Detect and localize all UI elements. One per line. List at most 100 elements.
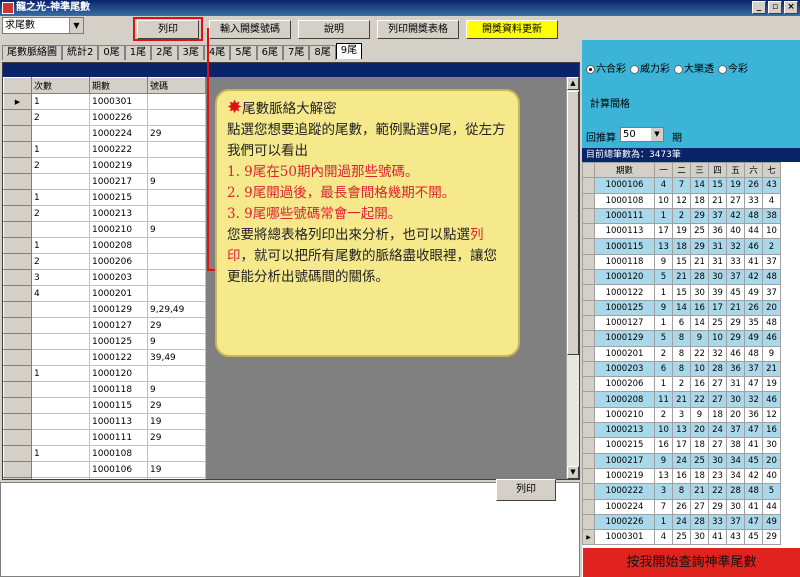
table-cell[interactable]: 11	[654, 391, 673, 408]
table-cell[interactable]	[31, 477, 90, 479]
row-header[interactable]	[3, 125, 32, 142]
input-numbers-button[interactable]: 輸入開獎號碼	[209, 20, 291, 39]
table-cell[interactable]: 21	[690, 253, 709, 271]
table-cell[interactable]: 20	[726, 406, 745, 424]
table-cell[interactable]: 28	[726, 483, 745, 500]
table-cell[interactable]: 7	[654, 498, 673, 515]
table-cell[interactable]: 1000224	[594, 498, 655, 515]
row-header[interactable]	[3, 349, 32, 366]
table-cell[interactable]: 1000106	[594, 177, 655, 194]
table-row[interactable]: 1000219 13 16 18 23 34 42 40	[582, 467, 781, 485]
table-cell[interactable]: 8	[672, 360, 691, 378]
table-cell[interactable]: 37	[762, 284, 781, 301]
table-cell[interactable]: 1000215	[594, 437, 655, 454]
column-header-numbers[interactable]: 號碼	[147, 77, 206, 94]
row-header[interactable]	[3, 141, 32, 158]
table-cell[interactable]: 1	[654, 284, 673, 301]
table-cell[interactable]: 1000129	[594, 330, 655, 347]
tab-tail-2[interactable]: 2尾	[151, 45, 178, 60]
table-cell[interactable]: 1	[31, 237, 90, 254]
table-cell[interactable]	[31, 301, 90, 318]
table-cell[interactable]: 33	[708, 513, 727, 531]
row-header[interactable]	[582, 299, 595, 316]
table-cell[interactable]: 29	[147, 397, 206, 414]
table-cell[interactable]: 45	[726, 284, 745, 301]
table-row[interactable]: 4 1000201	[3, 285, 206, 302]
table-cell[interactable]: 16	[690, 376, 709, 393]
table-cell[interactable]	[147, 285, 206, 302]
table-cell[interactable]: 1000106	[89, 461, 148, 478]
column-header-6[interactable]: 六	[744, 162, 763, 179]
table-cell[interactable]: 3	[654, 483, 673, 500]
table-cell[interactable]: 1	[654, 314, 673, 332]
table-cell[interactable]	[147, 157, 206, 174]
row-header[interactable]	[3, 445, 32, 462]
table-cell[interactable]: 1000127	[594, 314, 655, 332]
table-cell[interactable]: 30	[726, 391, 745, 408]
row-header[interactable]	[582, 498, 595, 515]
row-header[interactable]	[3, 237, 32, 254]
row-header[interactable]	[582, 452, 595, 469]
row-header[interactable]	[3, 221, 32, 238]
table-cell[interactable]: 18	[708, 406, 727, 424]
table-cell[interactable]: 49	[762, 513, 781, 531]
table-row[interactable]: 1000127 1 6 14 25 29 35 48	[582, 314, 781, 332]
table-row[interactable]: 1000224 7 26 27 29 30 41 44	[582, 498, 781, 515]
table-cell[interactable]: 25	[708, 314, 727, 332]
column-header-period[interactable]: 期數	[89, 77, 148, 94]
row-header[interactable]	[582, 406, 595, 424]
table-cell[interactable]: 21	[708, 192, 727, 209]
table-cell[interactable]	[31, 397, 90, 414]
table-cell[interactable]: 21	[726, 299, 745, 316]
table-cell[interactable]: 1000213	[594, 422, 655, 439]
table-cell[interactable]: 33	[726, 253, 745, 271]
table-cell[interactable]: 1	[654, 207, 673, 225]
table-cell[interactable]	[31, 125, 90, 142]
table-cell[interactable]: 15	[708, 177, 727, 194]
chevron-down-icon[interactable]: ▼	[651, 128, 663, 141]
table-cell[interactable]: 9	[147, 333, 206, 350]
table-row[interactable]: 1000111 29	[3, 429, 206, 446]
row-header[interactable]	[582, 360, 595, 378]
table-cell[interactable]: 41	[744, 437, 763, 454]
table-row[interactable]: 2 1000226	[3, 109, 206, 126]
column-header-period[interactable]: 期數	[594, 162, 655, 179]
table-cell[interactable]: 29	[726, 330, 745, 347]
table-cell[interactable]: 48	[762, 314, 781, 332]
table-cell[interactable]: 22	[690, 345, 709, 362]
table-cell[interactable]: 46	[762, 391, 781, 408]
table-cell[interactable]: 40	[726, 223, 745, 240]
table-cell[interactable]: 43	[762, 177, 781, 194]
table-cell[interactable]: 2	[654, 345, 673, 362]
row-header[interactable]	[3, 397, 32, 414]
table-cell[interactable]: 1000113	[594, 223, 655, 240]
row-header[interactable]	[582, 177, 595, 194]
tab-tail-7[interactable]: 7尾	[283, 45, 310, 60]
table-cell[interactable]	[147, 109, 206, 126]
row-header[interactable]	[3, 253, 32, 270]
bottom-print-button[interactable]: 列印	[496, 479, 556, 501]
table-row[interactable]: 1000215 16 17 18 27 38 41 30	[582, 437, 781, 454]
table-cell[interactable]: 37	[708, 207, 727, 225]
row-header[interactable]	[3, 285, 32, 302]
table-cell[interactable]: 1000226	[89, 109, 148, 126]
tab-tail-5[interactable]: 5尾	[230, 45, 257, 60]
column-header-3[interactable]: 三	[690, 162, 709, 179]
table-cell[interactable]: 1000115	[89, 397, 148, 414]
table-cell[interactable]: 37	[744, 360, 763, 378]
table-cell[interactable]: 3	[31, 269, 90, 286]
table-cell[interactable]: 16	[654, 437, 673, 454]
table-cell[interactable]	[31, 413, 90, 430]
table-cell[interactable]: 48	[744, 345, 763, 362]
table-cell[interactable]: 1000122	[594, 284, 655, 301]
table-cell[interactable]: 1000301	[594, 529, 655, 546]
table-row[interactable]: 1000106 4 7 14 15 19 26 43	[582, 177, 781, 194]
table-cell[interactable]: 1000115	[594, 238, 655, 255]
table-cell[interactable]: 9,29,49	[147, 301, 206, 318]
table-cell[interactable]	[147, 253, 206, 270]
table-cell[interactable]: 42	[744, 467, 763, 485]
row-header[interactable]	[582, 376, 595, 393]
row-header[interactable]	[3, 205, 32, 222]
table-cell[interactable]: 29	[147, 125, 206, 142]
tab-context-map[interactable]: 尾數脈絡圖	[2, 45, 62, 60]
